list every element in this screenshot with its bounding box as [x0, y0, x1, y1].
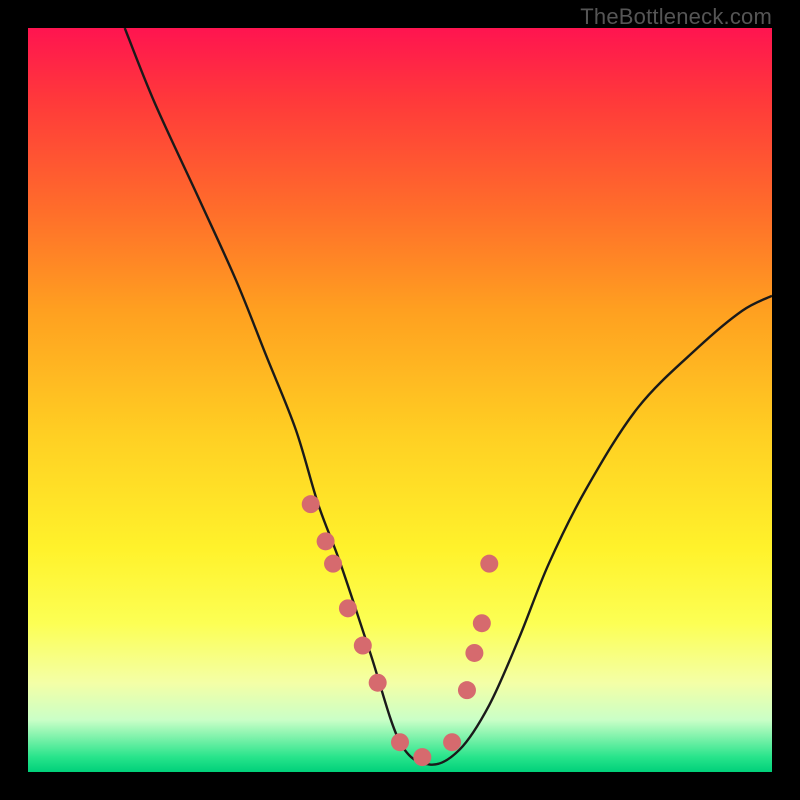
- dot: [413, 748, 431, 766]
- dot: [473, 614, 491, 632]
- dot: [391, 733, 409, 751]
- dot: [369, 674, 387, 692]
- dot: [443, 733, 461, 751]
- dot: [324, 555, 342, 573]
- dot: [317, 532, 335, 550]
- chart-frame: TheBottleneck.com: [0, 0, 800, 800]
- plot-svg: [28, 28, 772, 772]
- dot: [302, 495, 320, 513]
- dot: [339, 599, 357, 617]
- plot-area: [28, 28, 772, 772]
- dot: [354, 637, 372, 655]
- watermark-text: TheBottleneck.com: [580, 4, 772, 30]
- dot: [480, 555, 498, 573]
- dots-group: [302, 495, 499, 766]
- dot: [465, 644, 483, 662]
- dot: [458, 681, 476, 699]
- curve-line: [125, 28, 772, 765]
